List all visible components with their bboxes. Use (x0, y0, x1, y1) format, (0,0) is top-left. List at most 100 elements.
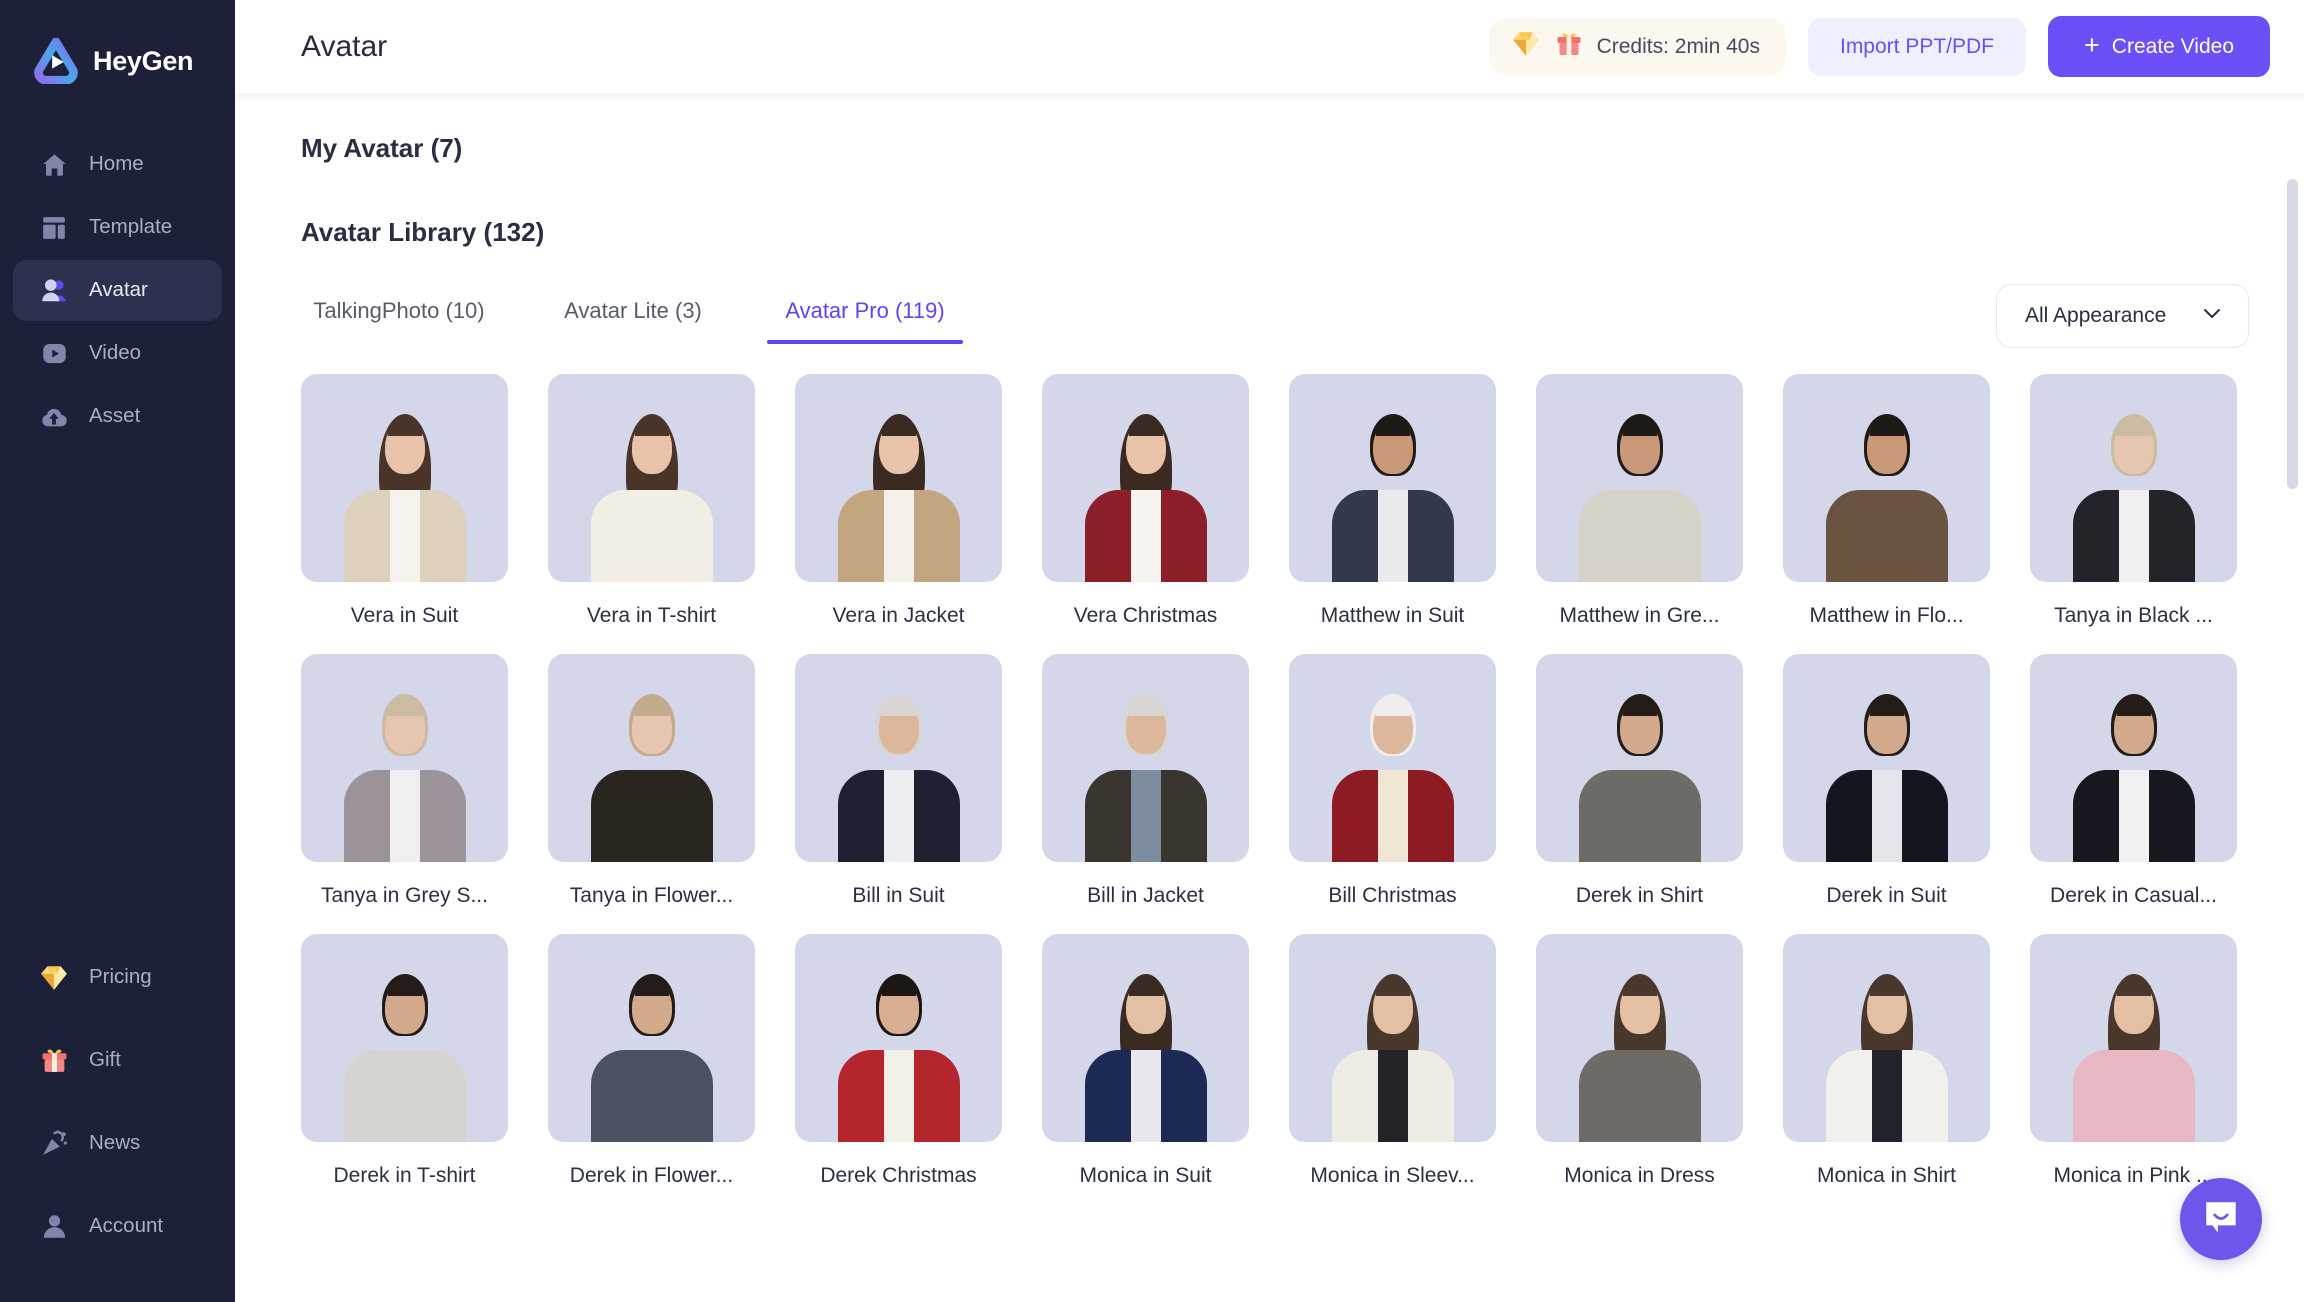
template-icon (39, 213, 69, 243)
avatar-card[interactable]: Vera in Jacket (795, 374, 1002, 628)
avatar-thumbnail[interactable] (1042, 934, 1249, 1142)
avatar-thumbnail[interactable] (1783, 374, 1990, 582)
content-scroll-area[interactable]: My Avatar (7) Avatar Library (132) Talki… (235, 93, 2304, 1302)
top-header: Avatar Credits: 2min 40s Import PPT/PDF … (235, 0, 2304, 93)
avatar-figure (1536, 934, 1743, 1142)
avatar-card-label: Matthew in Flo... (1809, 604, 1964, 627)
avatar-thumbnail[interactable] (301, 374, 508, 582)
scrollbar-thumb[interactable] (2287, 179, 2298, 489)
avatar-thumbnail[interactable] (795, 374, 1002, 582)
avatar-thumbnail[interactable] (301, 934, 508, 1142)
main-area: Avatar Credits: 2min 40s Import PPT/PDF … (235, 0, 2304, 1302)
sidebar: HeyGen Home Template Avatar Video Asset … (0, 0, 235, 1302)
brand-name: HeyGen (93, 45, 194, 76)
avatar-card-label: Vera in Jacket (832, 604, 965, 627)
avatar-card[interactable]: Derek in T-shirt (301, 934, 508, 1188)
create-video-button[interactable]: + Create Video (2048, 16, 2270, 77)
avatar-card[interactable]: Bill in Suit (795, 654, 1002, 908)
avatar-card[interactable]: Matthew in Flo... (1783, 374, 1990, 628)
avatar-thumbnail[interactable] (1536, 374, 1743, 582)
vertical-scrollbar[interactable] (2286, 93, 2298, 1302)
avatar-thumbnail[interactable] (1536, 654, 1743, 862)
sidebar-item-avatar[interactable]: Avatar (13, 260, 222, 321)
tab-talkingphoto[interactable]: TalkingPhoto (10) (301, 288, 497, 344)
avatar-card-label: Monica in Sleev... (1310, 1164, 1475, 1187)
avatar-thumbnail[interactable] (301, 654, 508, 862)
sidebar-item-video[interactable]: Video (13, 323, 222, 384)
avatar-card[interactable]: Derek in Suit (1783, 654, 1990, 908)
avatar-card[interactable]: Monica in Shirt (1783, 934, 1990, 1188)
avatar-card[interactable]: Derek Christmas (795, 934, 1002, 1188)
appearance-filter-dropdown[interactable]: All Appearance (1996, 284, 2249, 348)
appearance-filter-label: All Appearance (2025, 304, 2167, 327)
avatar-card[interactable]: Vera in T-shirt (548, 374, 755, 628)
sidebar-item-template[interactable]: Template (13, 197, 222, 258)
avatar-card[interactable]: Tanya in Black ... (2030, 374, 2237, 628)
avatar-card[interactable]: Tanya in Flower... (548, 654, 755, 908)
my-avatar-heading: My Avatar (7) (301, 133, 463, 163)
avatar-card[interactable]: Monica in Dress (1536, 934, 1743, 1188)
avatar-thumbnail[interactable] (795, 934, 1002, 1142)
avatar-card[interactable]: Vera Christmas (1042, 374, 1249, 628)
avatar-thumbnail[interactable] (1042, 374, 1249, 582)
heygen-play-logo-icon (33, 37, 79, 85)
avatar-figure (1289, 374, 1496, 582)
avatar-figure (2030, 654, 2237, 862)
avatar-thumbnail[interactable] (2030, 934, 2237, 1142)
avatar-figure (1042, 934, 1249, 1142)
avatar-card[interactable]: Matthew in Suit (1289, 374, 1496, 628)
avatar-thumbnail[interactable] (795, 654, 1002, 862)
avatar-card[interactable]: Monica in Pink ... (2030, 934, 2237, 1188)
home-icon (39, 150, 69, 180)
avatar-card-label: Derek in Flower... (569, 1164, 734, 1187)
plus-icon: + (2084, 30, 2100, 60)
brand[interactable]: HeyGen (0, 0, 235, 92)
avatar-figure (1042, 654, 1249, 862)
chat-bubble-icon (2200, 1196, 2242, 1243)
avatar-card-label: Vera Christmas (1073, 604, 1218, 627)
tab-avatar-pro[interactable]: Avatar Pro (119) (767, 288, 963, 344)
avatar-thumbnail[interactable] (1783, 654, 1990, 862)
diamond-icon (39, 963, 69, 993)
chat-support-button[interactable] (2180, 1178, 2262, 1260)
party-popper-icon (39, 1129, 69, 1159)
avatar-card[interactable]: Monica in Sleev... (1289, 934, 1496, 1188)
avatar-card-label: Vera in T-shirt (586, 604, 717, 627)
avatar-thumbnail[interactable] (1783, 934, 1990, 1142)
avatar-card-label: Tanya in Flower... (569, 884, 734, 907)
avatar-thumbnail[interactable] (2030, 654, 2237, 862)
avatar-figure (1289, 654, 1496, 862)
avatar-thumbnail[interactable] (1289, 934, 1496, 1142)
avatar-card[interactable]: Derek in Casual... (2030, 654, 2237, 908)
sidebar-item-home[interactable]: Home (13, 134, 222, 195)
avatar-card-label: Monica in Dress (1564, 1164, 1715, 1187)
tab-avatar-lite[interactable]: Avatar Lite (3) (535, 288, 731, 344)
avatar-thumbnail[interactable] (1289, 374, 1496, 582)
avatar-card-label: Derek in T-shirt (333, 1164, 476, 1187)
avatar-thumbnail[interactable] (548, 374, 755, 582)
page-title: Avatar (301, 29, 388, 63)
avatar-card-label: Derek in Casual... (2050, 884, 2217, 907)
avatar-thumbnail[interactable] (548, 654, 755, 862)
sidebar-item-label: Avatar (89, 278, 148, 302)
sidebar-item-asset[interactable]: Asset (13, 386, 222, 447)
avatar-thumbnail[interactable] (1042, 654, 1249, 862)
avatar-card[interactable]: Matthew in Gre... (1536, 374, 1743, 628)
avatar-thumbnail[interactable] (548, 934, 755, 1142)
avatar-thumbnail[interactable] (1289, 654, 1496, 862)
sidebar-item-account[interactable]: Account (13, 1185, 222, 1268)
import-ppt-pdf-button[interactable]: Import PPT/PDF (1807, 17, 2027, 76)
sidebar-item-gift[interactable]: Gift (13, 1019, 222, 1102)
sidebar-item-pricing[interactable]: Pricing (13, 936, 222, 1019)
avatar-thumbnail[interactable] (1536, 934, 1743, 1142)
avatar-card[interactable]: Derek in Shirt (1536, 654, 1743, 908)
sidebar-item-news[interactable]: News (13, 1102, 222, 1185)
avatar-card[interactable]: Bill in Jacket (1042, 654, 1249, 908)
avatar-card[interactable]: Vera in Suit (301, 374, 508, 628)
avatar-card[interactable]: Derek in Flower... (548, 934, 755, 1188)
avatar-card[interactable]: Tanya in Grey S... (301, 654, 508, 908)
avatar-card[interactable]: Monica in Suit (1042, 934, 1249, 1188)
avatar-card[interactable]: Bill Christmas (1289, 654, 1496, 908)
avatar-thumbnail[interactable] (2030, 374, 2237, 582)
credits-badge[interactable]: Credits: 2min 40s (1488, 18, 1786, 75)
